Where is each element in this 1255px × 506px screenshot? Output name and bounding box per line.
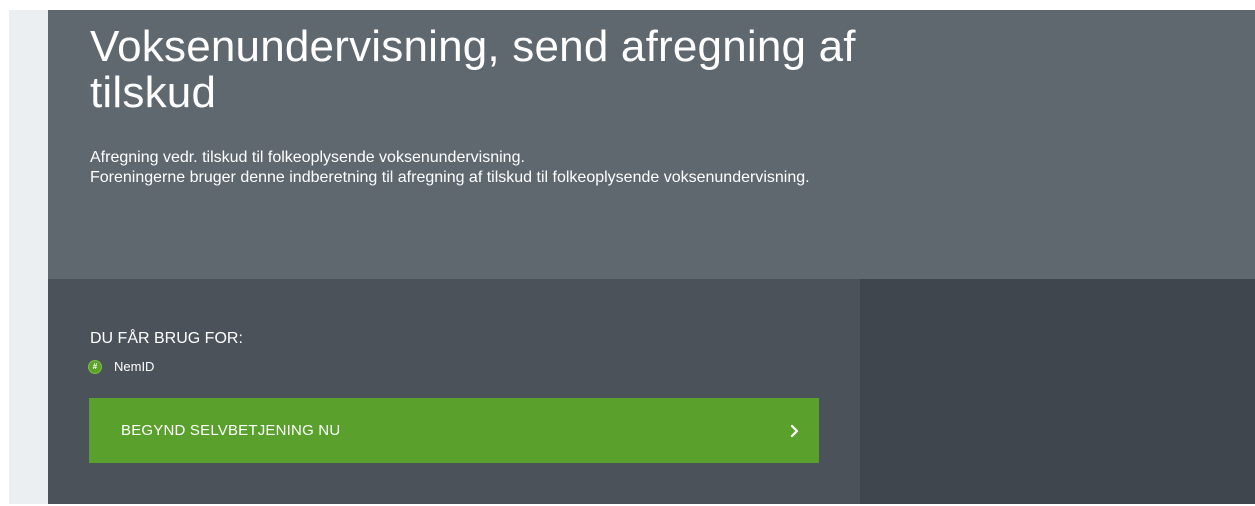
nemid-icon: # xyxy=(88,359,102,374)
service-page: Voksenundervisning, send afregning af ti… xyxy=(0,0,1255,506)
requirements-heading: DU FÅR BRUG FOR: xyxy=(90,330,243,347)
start-button-label: BEGYND SELVBETJENING NU xyxy=(121,422,341,439)
description-line-1: Afregning vedr. tilskud til folkeoplysen… xyxy=(90,149,525,166)
requirement-label: NemID xyxy=(114,359,155,374)
side-strip xyxy=(9,10,48,504)
side-panel xyxy=(860,279,1255,504)
requirement-item: # NemID xyxy=(88,359,154,374)
hero-section: Voksenundervisning, send afregning af ti… xyxy=(48,10,1255,279)
description-line-2: Foreningerne bruger denne indberetning t… xyxy=(90,169,810,186)
start-self-service-button[interactable]: BEGYND SELVBETJENING NU xyxy=(89,398,819,463)
requirements-panel: DU FÅR BRUG FOR: # NemID BEGYND SELVBETJ… xyxy=(48,279,860,504)
chevron-right-icon xyxy=(785,421,805,441)
page-description: Afregning vedr. tilskud til folkeoplysen… xyxy=(90,148,850,188)
page-title: Voksenundervisning, send afregning af ti… xyxy=(90,22,856,117)
